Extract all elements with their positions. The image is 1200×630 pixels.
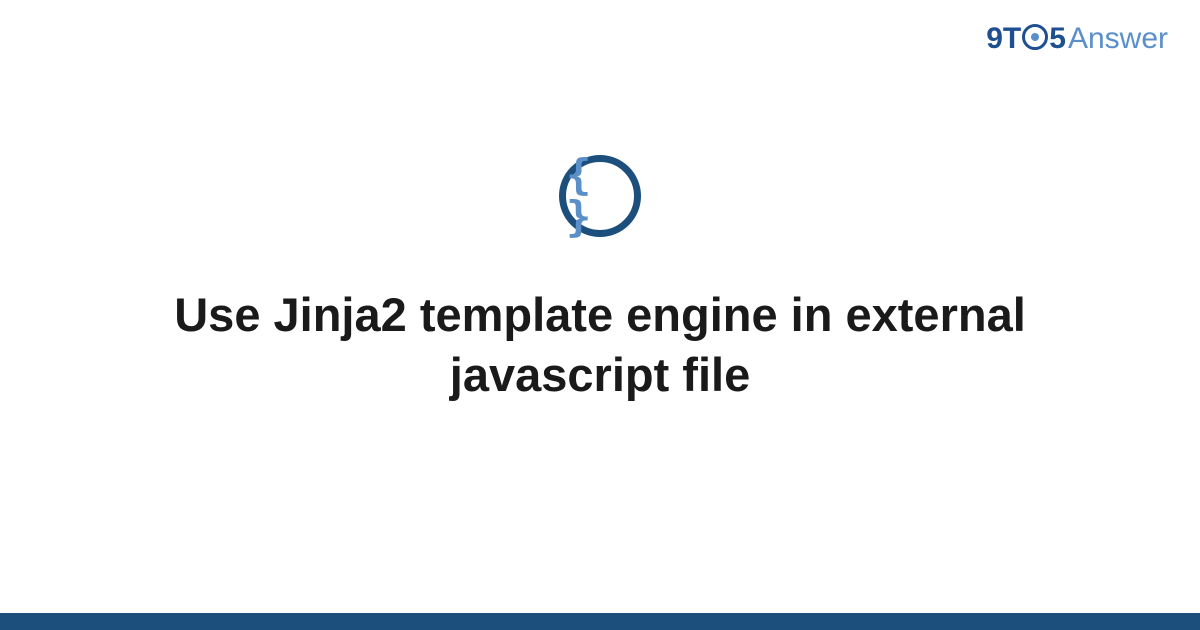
category-icon-circle: { } [559, 155, 641, 237]
page-title: Use Jinja2 template engine in external j… [150, 285, 1050, 405]
footer-bar [0, 613, 1200, 630]
main-content: { } Use Jinja2 template engine in extern… [0, 0, 1200, 630]
braces-icon: { } [566, 154, 634, 238]
